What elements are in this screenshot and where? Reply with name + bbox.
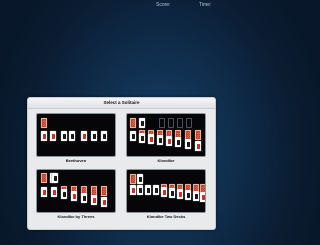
foundation-slot	[186, 118, 192, 128]
option-klondike-by-threes[interactable]: Klondike by Threes	[36, 169, 116, 221]
foundation-slot	[177, 118, 183, 128]
playing-card-icon	[157, 135, 163, 145]
card-back-icon	[195, 130, 201, 140]
option-label: Klondike	[157, 158, 175, 163]
playing-card-icon	[175, 137, 181, 147]
playing-card-icon	[41, 131, 47, 141]
dialog-title: Select a Solitaire	[28, 98, 215, 109]
score-label: Score:	[156, 2, 171, 8]
playing-card-icon	[153, 185, 159, 195]
playing-card-icon	[52, 173, 58, 183]
playing-card-icon	[71, 191, 77, 201]
foundation-slot	[159, 118, 165, 128]
playing-card-icon	[185, 190, 191, 200]
foundation-slot	[168, 118, 174, 128]
playing-card-icon	[145, 185, 151, 195]
playing-card-icon	[193, 191, 199, 201]
playing-card-icon	[169, 188, 175, 198]
playing-card-icon	[185, 139, 191, 149]
klondike-two-decks-preview	[126, 169, 206, 213]
playing-card-icon	[51, 187, 57, 197]
playing-card-icon	[139, 133, 145, 143]
playing-card-icon	[91, 131, 97, 141]
klondike-by-threes-preview	[36, 169, 116, 213]
playing-card-icon	[81, 193, 87, 203]
select-solitaire-dialog: Select a Solitaire Beethoven Klondike Kl…	[27, 97, 216, 230]
status-bar: Score: Time:	[0, 0, 320, 10]
game-background: Score: Time: Select a Solitaire Beethove…	[0, 0, 320, 245]
playing-card-icon	[61, 189, 67, 199]
option-beethoven[interactable]: Beethoven	[36, 113, 116, 165]
playing-card-icon	[137, 174, 143, 184]
playing-card-icon	[166, 136, 172, 146]
playing-card-icon	[81, 131, 87, 141]
card-back-icon	[41, 173, 47, 183]
playing-card-icon	[130, 185, 136, 195]
option-label: Beethoven	[65, 158, 87, 163]
playing-card-icon	[41, 187, 47, 197]
playing-card-icon	[148, 134, 154, 144]
playing-card-icon	[200, 192, 205, 202]
option-klondike[interactable]: Klondike	[126, 113, 206, 165]
card-back-icon	[130, 174, 136, 184]
option-label: Klondike Two Decks	[146, 214, 186, 219]
playing-card-icon	[177, 189, 183, 199]
playing-card-icon	[69, 131, 75, 141]
playing-card-icon	[161, 187, 167, 197]
playing-card-icon	[50, 131, 56, 141]
playing-card-icon	[195, 141, 201, 151]
playing-card-icon	[137, 185, 143, 195]
card-back-icon	[101, 186, 107, 196]
playing-card-icon	[61, 131, 67, 141]
playing-card-icon	[130, 131, 136, 141]
playing-card-icon	[101, 131, 107, 141]
playing-card-icon	[139, 118, 145, 128]
beethoven-preview	[36, 113, 116, 157]
option-klondike-two-decks[interactable]: Klondike Two Decks	[126, 169, 206, 221]
card-back-icon	[130, 118, 136, 128]
playing-card-icon	[101, 197, 107, 207]
time-label: Time:	[199, 2, 212, 8]
card-back-icon	[41, 118, 47, 128]
klondike-preview	[126, 113, 206, 157]
playing-card-icon	[91, 195, 97, 205]
option-label: Klondike by Threes	[57, 214, 95, 219]
